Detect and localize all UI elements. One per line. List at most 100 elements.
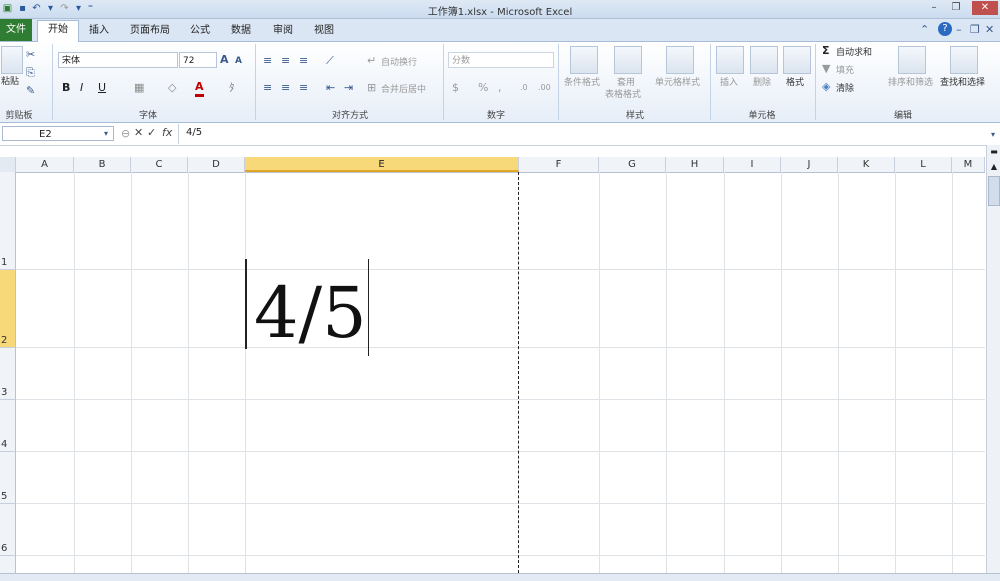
conditional-format-icon[interactable] (570, 46, 598, 74)
restore-icon[interactable]: ❐ (948, 1, 964, 15)
sort-filter-button[interactable]: 排序和筛选 (888, 75, 933, 88)
format-cells-button[interactable]: 格式 (786, 75, 804, 88)
row-header[interactable]: 3 (0, 348, 16, 400)
enter-icon[interactable]: ✓ (147, 126, 156, 140)
percent-button[interactable]: % (478, 81, 488, 95)
column-header[interactable]: L (895, 157, 952, 172)
name-box[interactable]: E2 (2, 126, 114, 141)
bold-button[interactable]: B (62, 81, 70, 95)
column-header[interactable]: B (74, 157, 131, 172)
fill-icon[interactable]: ▼ (822, 62, 830, 76)
column-header[interactable]: G (599, 157, 666, 172)
ribbon-restore-icon[interactable]: ❐ (970, 23, 980, 37)
wrap-text-icon[interactable]: ↵ (367, 54, 376, 68)
paste-button[interactable]: 粘贴 (1, 74, 19, 87)
help-icon[interactable]: ? (938, 22, 952, 36)
column-header[interactable]: A (16, 157, 74, 172)
ribbon-collapse-icon[interactable]: ⌃ (920, 23, 929, 37)
align-right-icon[interactable]: ≡ (299, 81, 308, 95)
delete-cells-icon[interactable] (750, 46, 778, 74)
column-header[interactable]: M (952, 157, 985, 172)
find-select-button[interactable]: 查找和选择 (940, 75, 985, 88)
row-header[interactable]: 1 (0, 172, 16, 270)
row-header[interactable] (0, 556, 16, 573)
accounting-icon[interactable]: $ (452, 81, 459, 95)
conditional-format-button[interactable]: 条件格式 (564, 75, 600, 88)
ribbon-minimize-icon[interactable]: – (956, 23, 962, 37)
scroll-thumb[interactable] (988, 176, 1000, 206)
copy-icon[interactable]: ⎘ (26, 66, 35, 80)
merge-center-button[interactable]: 合并后居中 (381, 82, 426, 95)
table-format-icon[interactable] (614, 46, 642, 74)
insert-function-button[interactable]: fx (162, 126, 172, 140)
column-header[interactable]: K (838, 157, 895, 172)
column-header[interactable]: J (781, 157, 838, 172)
tab-view[interactable]: 视图 (307, 22, 341, 40)
format-cells-icon[interactable] (783, 46, 811, 74)
sort-filter-icon[interactable] (898, 46, 926, 74)
decrease-indent-icon[interactable]: ⇤ (326, 81, 335, 95)
autosum-icon[interactable]: Σ (822, 44, 830, 58)
cut-icon[interactable]: ✂ (26, 48, 35, 62)
tab-file[interactable]: 文件 (0, 19, 32, 41)
phonetic-icon[interactable]: ﾀ (229, 81, 235, 95)
tab-home[interactable]: 开始 (37, 20, 79, 42)
align-left-icon[interactable]: ≡ (263, 81, 272, 95)
scroll-up-icon[interactable]: ▲ (988, 162, 1000, 174)
align-top-icon[interactable]: ≡ (263, 54, 272, 68)
wrap-text-button[interactable]: 自动换行 (381, 55, 417, 68)
align-middle-icon[interactable]: ≡ (281, 54, 290, 68)
cancel-icon[interactable]: ✕ (134, 126, 143, 140)
orientation-icon[interactable]: ⟋ (326, 54, 334, 68)
tab-formulas[interactable]: 公式 (183, 22, 217, 40)
tab-data[interactable]: 数据 (224, 22, 258, 40)
clear-icon[interactable]: ◈ (822, 80, 830, 94)
column-header[interactable]: H (666, 157, 724, 172)
row-header-selected[interactable]: 2 (0, 270, 16, 348)
tab-review[interactable]: 审阅 (266, 22, 300, 40)
border-icon[interactable]: ▦ (134, 81, 144, 95)
autosum-button[interactable]: 自动求和 (836, 45, 872, 58)
format-painter-icon[interactable]: ✎ (26, 84, 35, 98)
split-box-icon[interactable]: ▬ (989, 147, 999, 157)
cell-styles-icon[interactable] (666, 46, 694, 74)
vertical-scrollbar[interactable]: ▬ ▲ (986, 145, 1000, 573)
formula-expand-icon[interactable]: ▾ (991, 128, 995, 142)
minimize-icon[interactable]: – (926, 1, 942, 15)
underline-button[interactable]: U (98, 81, 106, 95)
font-size-select[interactable]: 72 (179, 52, 217, 68)
find-select-icon[interactable] (950, 46, 978, 74)
decrease-decimal-icon[interactable]: .00 (538, 81, 551, 95)
tab-page-layout[interactable]: 页面布局 (124, 22, 176, 40)
font-name-select[interactable]: 宋体 (58, 52, 178, 68)
paste-icon[interactable] (1, 46, 23, 74)
clear-button[interactable]: 清除 (836, 81, 854, 94)
column-header-selected[interactable]: E (245, 157, 519, 172)
select-all-corner[interactable] (0, 157, 16, 172)
fill-color-icon[interactable]: ◇ (168, 81, 176, 95)
close-icon[interactable]: ✕ (972, 1, 998, 15)
tab-insert[interactable]: 插入 (82, 22, 116, 40)
cell-styles-button[interactable]: 单元格样式 (655, 75, 700, 88)
ribbon-close-icon[interactable]: ✕ (985, 23, 994, 37)
table-format-button-line2[interactable]: 表格格式 (605, 87, 641, 100)
insert-cells-icon[interactable] (716, 46, 744, 74)
row-header[interactable]: 6 (0, 504, 16, 556)
name-box-dropdown-icon[interactable]: ▾ (104, 127, 108, 141)
column-header[interactable]: F (519, 157, 599, 172)
increase-decimal-icon[interactable]: .0 (520, 81, 528, 95)
column-header[interactable]: C (131, 157, 188, 172)
shrink-font-button[interactable]: A (235, 54, 242, 68)
row-header[interactable]: 4 (0, 400, 16, 452)
formula-input[interactable]: 4/5 (186, 127, 202, 138)
increase-indent-icon[interactable]: ⇥ (344, 81, 353, 95)
italic-button[interactable]: I (80, 81, 83, 95)
row-header[interactable]: 5 (0, 452, 16, 504)
comma-button[interactable]: , (498, 81, 502, 95)
cell-e2-text[interactable]: 4/5 (254, 268, 367, 358)
font-color-button[interactable]: A (195, 80, 204, 97)
delete-cells-button[interactable]: 删除 (753, 75, 771, 88)
align-bottom-icon[interactable]: ≡ (299, 54, 308, 68)
column-header[interactable]: I (724, 157, 781, 172)
align-center-icon[interactable]: ≡ (281, 81, 290, 95)
